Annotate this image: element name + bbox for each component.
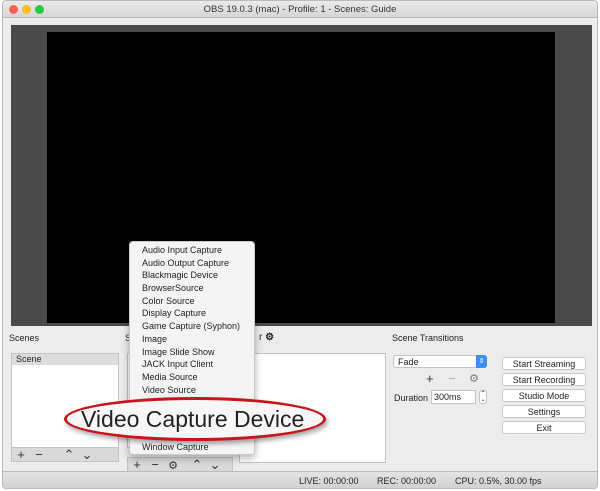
source-down-button[interactable]: ⌄ [206,458,224,471]
sources-toolbar: + − ⚙ ⌃ ⌄ [127,457,233,472]
menu-item[interactable]: Audio Input Capture [130,244,254,257]
scenes-label: Scenes [9,333,40,343]
add-scene-button[interactable]: + [12,448,30,461]
mixer-label-text: r [259,332,263,343]
remove-transition-button[interactable]: − [448,371,456,386]
remove-scene-button[interactable]: − [30,448,48,461]
add-transition-button[interactable]: + [426,371,434,386]
transition-gear-icon[interactable]: ⚙ [469,372,479,385]
rec-time: REC: 00:00:00 [377,476,437,486]
mixer-gear-icon[interactable]: ⚙ [265,332,274,343]
window-title: OBS 19.0.3 (mac) - Profile: 1 - Scenes: … [203,4,397,15]
source-up-button[interactable]: ⌃ [188,458,206,471]
cpu-fps: CPU: 0.5%, 30.00 fps [455,476,542,486]
menu-item[interactable]: Color Source [130,295,254,308]
move-down-button[interactable]: ⌄ [78,448,96,461]
duration-stepper[interactable]: ⌃ ⌄ [479,390,487,404]
menu-item[interactable]: Window Capture [130,441,254,454]
duration-input[interactable]: 300ms [431,390,476,404]
studio-mode-button[interactable]: Studio Mode [502,389,586,402]
settings-button[interactable]: Settings [502,405,586,418]
remove-source-button[interactable]: − [146,458,164,471]
scene-item[interactable]: Scene [12,354,118,365]
zoom-window-button[interactable] [35,5,44,14]
close-window-button[interactable] [9,5,18,14]
start-streaming-button[interactable]: Start Streaming [502,357,586,370]
scenes-toolbar: + − ⌃ ⌄ [11,447,119,462]
minimize-window-button[interactable] [22,5,31,14]
menu-item[interactable]: Blackmagic Device [130,269,254,282]
title-bar: OBS 19.0.3 (mac) - Profile: 1 - Scenes: … [3,1,597,18]
preview-canvas[interactable] [47,32,555,323]
magnified-video-capture-device[interactable]: Video Capture Device [64,397,326,441]
start-recording-button[interactable]: Start Recording [502,373,586,386]
menu-item[interactable]: Display Capture [130,307,254,320]
scene-transitions-label: Scene Transitions [392,333,464,343]
preview-area[interactable] [11,25,592,326]
status-bar: LIVE: 00:00:00 REC: 00:00:00 CPU: 0.5%, … [3,471,597,488]
menu-item[interactable]: Image [130,333,254,346]
menu-item[interactable]: Game Capture (Syphon) [130,320,254,333]
transition-select[interactable]: Fade ⇕ [393,355,487,368]
mixer-label: r ⚙ [259,332,274,343]
select-arrows-icon: ⇕ [476,355,487,368]
move-up-button[interactable]: ⌃ [60,448,78,461]
menu-item[interactable]: Audio Output Capture [130,257,254,270]
duration-label: Duration [394,393,429,403]
menu-item[interactable]: JACK Input Client [130,358,254,371]
exit-button[interactable]: Exit [502,421,586,434]
menu-item[interactable]: BrowserSource [130,282,254,295]
menu-item[interactable]: Video Source [130,384,254,397]
menu-item[interactable]: Image Slide Show [130,346,254,359]
add-source-button[interactable]: + [128,458,146,471]
menu-item[interactable]: Media Source [130,371,254,384]
transition-selected-value: Fade [398,357,419,367]
live-time: LIVE: 00:00:00 [299,476,359,486]
